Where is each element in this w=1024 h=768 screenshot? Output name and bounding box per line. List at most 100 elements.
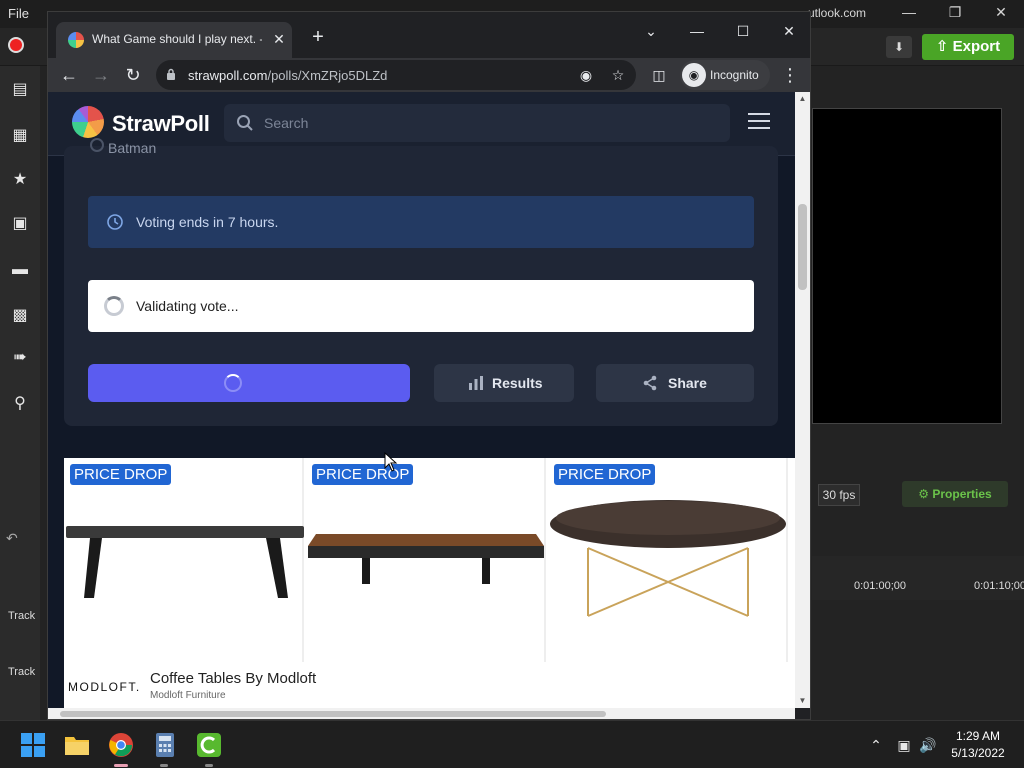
tab-search-chevron-icon[interactable]: ⌄ <box>634 18 668 44</box>
taskbar-time[interactable]: 1:29 AM <box>940 729 1016 743</box>
scroll-down-icon[interactable]: ▼ <box>798 696 807 705</box>
properties-button[interactable]: ⚙ Properties <box>902 481 1008 507</box>
forward-icon[interactable]: → <box>88 62 114 88</box>
vote-button[interactable] <box>88 364 410 402</box>
option-radio[interactable] <box>90 138 104 152</box>
share-button[interactable]: Share <box>596 364 754 402</box>
lock-icon[interactable] <box>166 68 176 81</box>
address-bar[interactable]: strawpoll.com/polls/XmZRjo5DLZd ◉ ☆ <box>156 60 636 90</box>
url-text[interactable]: strawpoll.com/polls/XmZRjo5DLZd <box>188 68 387 83</box>
browser-tab[interactable]: What Game should I play next. - ✕ <box>56 22 292 58</box>
new-tab-icon[interactable]: + <box>306 26 330 50</box>
ad-brand-logo: MODLOFT. <box>68 680 141 694</box>
back-icon[interactable]: ← <box>56 62 82 88</box>
editor-restore-icon[interactable]: ❐ <box>940 4 970 24</box>
coffee-table-image <box>308 534 544 584</box>
browser-window: What Game should I play next. - ✕ + ⌄ — … <box>47 11 811 720</box>
clock-icon <box>107 214 123 230</box>
browser-toolbar: ← → ↻ strawpoll.com/polls/XmZRjo5DLZd ◉ … <box>48 58 810 92</box>
animations-icon[interactable]: ➠ <box>10 350 30 366</box>
browser-menu-icon[interactable]: ⋮ <box>780 62 800 88</box>
horizontal-scrollbar[interactable] <box>48 708 795 719</box>
hamburger-menu-icon[interactable] <box>748 112 770 130</box>
validating-text: Validating vote... <box>136 298 239 314</box>
record-icon[interactable] <box>8 37 24 53</box>
results-button[interactable]: Results <box>434 364 574 402</box>
coffee-table-image <box>66 526 304 598</box>
file-explorer-icon[interactable] <box>64 732 90 758</box>
calculator-icon[interactable] <box>152 732 178 758</box>
price-drop-badge: PRICE DROP <box>312 464 414 485</box>
account-label[interactable]: utlook.com <box>808 6 866 20</box>
url-path: /polls/XmZRjo5DLZd <box>267 68 388 83</box>
camtasia-icon[interactable] <box>196 732 222 758</box>
annotations-icon[interactable]: ▣ <box>10 216 30 232</box>
ad-title[interactable]: Coffee Tables By Modloft <box>150 670 316 687</box>
ad-product-tile[interactable]: PRICE DROP <box>306 458 546 662</box>
results-label: Results <box>492 375 543 391</box>
download-icon[interactable]: ⬇ <box>886 36 912 58</box>
horizontal-scroll-thumb[interactable] <box>60 711 606 717</box>
option-label[interactable]: Batman <box>108 140 156 156</box>
vertical-scrollbar[interactable]: ▲ ▼ <box>795 92 810 708</box>
advertisement-banner[interactable]: PRICE DROP PRICE DROP PRICE DROP MODLOFT… <box>64 458 795 708</box>
transitions-icon[interactable]: ▬ <box>10 262 30 278</box>
search-placeholder: Search <box>264 115 309 131</box>
site-search-input[interactable]: Search <box>224 104 730 142</box>
volume-icon[interactable]: 🔊 <box>918 735 938 755</box>
network-icon[interactable]: ▣ <box>894 735 914 755</box>
editor-minimize-icon[interactable]: — <box>894 4 924 24</box>
vertical-scroll-thumb[interactable] <box>798 204 807 290</box>
page-viewport: StrawPoll Search Batman Voting ends in 7… <box>48 92 795 708</box>
canvas-preview <box>812 108 1002 424</box>
site-logo-text[interactable]: StrawPoll <box>112 111 210 137</box>
reload-icon[interactable]: ↻ <box>120 62 146 88</box>
ad-footer[interactable]: MODLOFT. Coffee Tables By Modloft Modlof… <box>64 664 795 708</box>
ad-product-tile[interactable]: PRICE DROP <box>64 458 304 662</box>
validating-vote-message: Validating vote... <box>88 280 754 332</box>
fps-selector[interactable]: 30 fps <box>818 484 860 506</box>
timeline-mark: 0:01:10;00 <box>974 580 1024 592</box>
library-icon[interactable]: ▦ <box>10 128 30 144</box>
bookmark-star-icon[interactable]: ☆ <box>608 65 628 85</box>
start-windows-icon[interactable] <box>20 732 46 758</box>
export-button[interactable]: ⇧ Export <box>922 34 1014 60</box>
timeline-mark: 0:01:00;00 <box>854 580 906 592</box>
vote-spinner-icon <box>224 374 242 392</box>
camtasia-running-indicator <box>205 764 213 767</box>
track-label: Track <box>8 666 36 678</box>
undo-icon[interactable]: ↶ <box>6 530 18 547</box>
poll-card: Batman Voting ends in 7 hours. Validatin… <box>64 138 778 426</box>
show-hidden-icons-chevron-icon[interactable]: ⌃ <box>866 735 886 755</box>
menu-file[interactable]: File <box>8 6 29 21</box>
behaviors-icon[interactable]: ▩ <box>10 308 30 324</box>
incognito-label: Incognito <box>710 68 759 82</box>
ad-product-tile[interactable]: PRICE DROP <box>548 458 788 662</box>
editor-close-icon[interactable]: ✕ <box>986 4 1016 24</box>
share-icon <box>643 375 657 391</box>
notice-text: Voting ends in 7 hours. <box>136 214 279 230</box>
chrome-active-indicator <box>114 764 128 767</box>
tracking-blocked-eye-icon[interactable]: ◉ <box>576 65 596 85</box>
media-icon[interactable]: ▤ <box>10 82 30 98</box>
chrome-icon[interactable] <box>108 732 134 758</box>
cursor-effects-icon[interactable]: ⚲ <box>10 396 30 412</box>
price-drop-badge: PRICE DROP <box>70 464 172 485</box>
close-window-icon[interactable]: ✕ <box>772 18 806 44</box>
ad-subtitle: Modloft Furniture <box>150 690 226 701</box>
maximize-icon[interactable]: ☐ <box>726 18 760 44</box>
taskbar-date[interactable]: 5/13/2022 <box>940 746 1016 760</box>
taskbar: ⌃ ▣ 🔊 1:29 AM 5/13/2022 <box>0 720 1024 768</box>
incognito-indicator[interactable]: ◉ Incognito <box>680 60 770 90</box>
coffee-table-image <box>550 500 786 617</box>
side-panel-icon[interactable]: ◫ <box>646 62 672 88</box>
share-label: Share <box>668 375 707 391</box>
export-label: Export <box>952 38 1001 55</box>
scroll-up-icon[interactable]: ▲ <box>798 94 807 103</box>
tab-close-icon[interactable]: ✕ <box>270 30 288 48</box>
favorites-icon[interactable]: ★ <box>10 172 30 188</box>
strawpoll-logo-icon[interactable] <box>72 106 104 138</box>
properties-label: Properties <box>932 487 992 501</box>
minimize-icon[interactable]: — <box>680 18 714 44</box>
mouse-cursor-icon <box>384 452 398 472</box>
